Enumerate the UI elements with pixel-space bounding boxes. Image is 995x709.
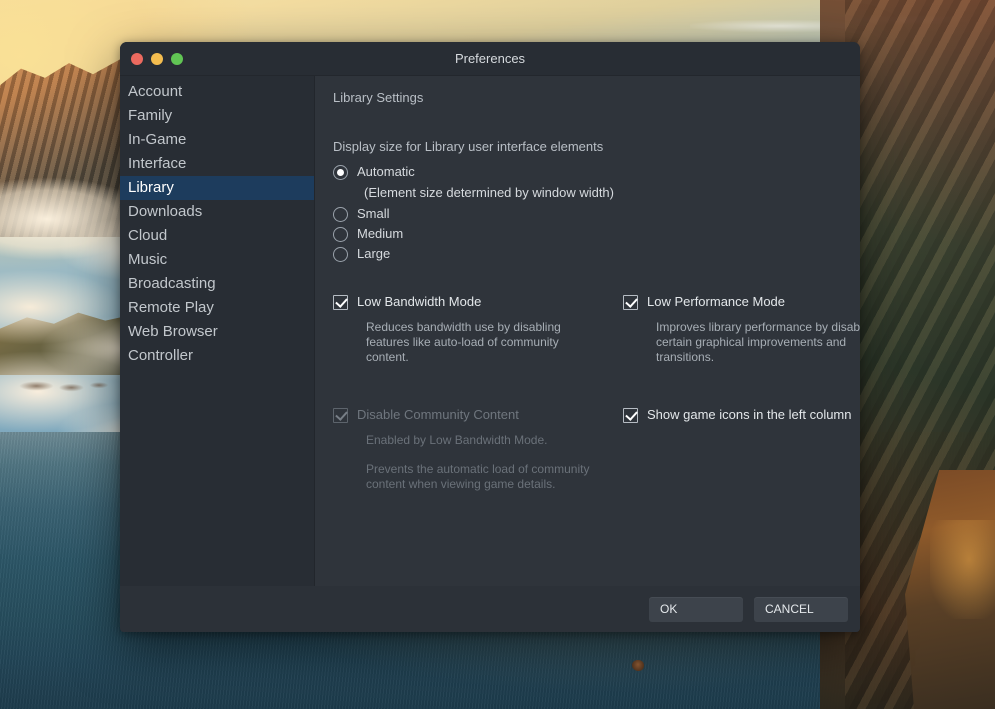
radio-option-large[interactable]: Large [333,246,840,262]
sidebar-item-family[interactable]: Family [120,104,314,128]
window-title: Preferences [454,51,526,66]
checkbox-columns: Low Bandwidth Mode Reduces bandwidth use… [333,294,860,492]
low-performance-mode-description: Improves library performance by disablin… [656,320,860,364]
sidebar-item-music[interactable]: Music [120,248,314,272]
radio-option-medium[interactable]: Medium [333,226,840,242]
sidebar-item-account[interactable]: Account [120,80,314,104]
disable-community-content-note: Enabled by Low Bandwidth Mode. [366,433,548,447]
radio-large-icon[interactable] [333,247,348,262]
radio-automatic-sublabel: (Element size determined by window width… [364,185,614,200]
show-game-icons-checkbox-icon[interactable] [623,408,638,423]
sidebar-item-in-game[interactable]: In-Game [120,128,314,152]
wallpaper-sea-rock [632,660,644,671]
checkbox-row-low-performance-mode[interactable]: Low Performance Mode [623,294,860,310]
radio-medium-label: Medium [357,226,404,241]
low-bandwidth-mode-label: Low Bandwidth Mode [357,294,482,309]
checkbox-row-disable-community-content: Disable Community Content [333,407,609,423]
radio-small-label: Small [357,206,390,221]
ok-button[interactable]: OK [649,596,743,622]
radio-automatic-icon[interactable] [333,165,348,180]
sidebar-item-controller[interactable]: Controller [120,344,314,368]
window-body: Account Family In-Game Interface Library… [120,76,860,586]
settings-content-panel: Library Settings Display size for Librar… [315,76,860,586]
low-bandwidth-mode-description: Reduces bandwidth use by disabling featu… [366,320,561,364]
sidebar-item-cloud[interactable]: Cloud [120,224,314,248]
display-size-label: Display size for Library user interface … [333,139,604,154]
wallpaper-cliff-highlight [930,520,995,619]
radio-option-automatic[interactable]: Automatic [333,164,840,180]
sidebar-item-downloads[interactable]: Downloads [120,200,314,224]
disable-community-content-label: Disable Community Content [357,407,519,422]
checkbox-row-low-bandwidth-mode[interactable]: Low Bandwidth Mode [333,294,609,310]
disable-community-content-description: Prevents the automatic load of community… [366,462,590,491]
settings-sidebar: Account Family In-Game Interface Library… [120,76,315,586]
window-footer: OK CANCEL [120,586,860,632]
radio-automatic-label: Automatic [357,164,415,179]
low-performance-mode-checkbox-icon[interactable] [623,295,638,310]
radio-medium-icon[interactable] [333,227,348,242]
checkbox-column-right: Low Performance Mode Improves library pe… [623,294,860,492]
show-game-icons-label: Show game icons in the left column [647,407,852,422]
sidebar-item-interface[interactable]: Interface [120,152,314,176]
desktop-background: Preferences Account Family In-Game Inter… [0,0,995,709]
column-spacer [623,365,860,407]
radio-option-small[interactable]: Small [333,206,840,222]
checkbox-column-left: Low Bandwidth Mode Reduces bandwidth use… [333,294,609,492]
disable-community-content-checkbox-icon [333,408,348,423]
sidebar-item-library[interactable]: Library [120,176,314,200]
low-bandwidth-mode-checkbox-icon[interactable] [333,295,348,310]
checkbox-row-show-game-icons[interactable]: Show game icons in the left column [623,407,860,423]
low-performance-mode-label: Low Performance Mode [647,294,786,309]
column-spacer [333,365,609,407]
section-title: Library Settings [333,90,424,105]
radio-small-icon[interactable] [333,207,348,222]
wallpaper-shore-rocks [18,378,110,394]
sidebar-item-broadcasting[interactable]: Broadcasting [120,272,314,296]
radio-large-label: Large [357,246,391,261]
sidebar-item-web-browser[interactable]: Web Browser [120,320,314,344]
preferences-window: Preferences Account Family In-Game Inter… [120,42,860,632]
cancel-button[interactable]: CANCEL [754,596,848,622]
sidebar-item-remote-play[interactable]: Remote Play [120,296,314,320]
window-titlebar[interactable]: Preferences [120,42,860,76]
